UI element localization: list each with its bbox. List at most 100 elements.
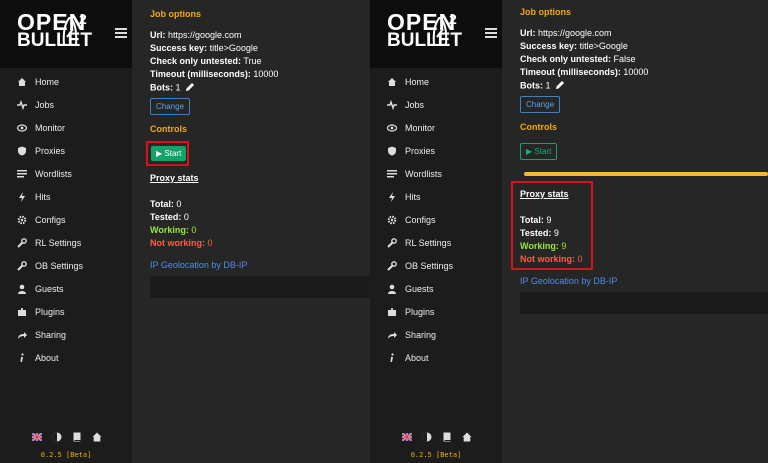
working-label: Working: — [520, 241, 559, 251]
logo-bullet-text: BULLET — [17, 30, 92, 51]
pencil-icon[interactable] — [555, 80, 565, 92]
url-row: Url: https://google.com — [150, 30, 242, 40]
theme-icon[interactable] — [52, 432, 62, 442]
change-bots-button[interactable]: Change — [520, 96, 561, 113]
sidebar-item-label: Sharing — [405, 329, 437, 340]
sidebar-item-plugins[interactable]: Plugins — [0, 300, 132, 323]
not-working-value: 0 — [207, 238, 213, 248]
sidebar-item-sharing[interactable]: Sharing — [0, 323, 132, 346]
list-icon — [17, 169, 27, 179]
sidebar-item-jobs[interactable]: Jobs — [0, 93, 132, 116]
flag-uk-icon[interactable] — [402, 432, 412, 442]
not-working-label: Not working: — [150, 238, 205, 248]
sidebar-item-monitor[interactable]: Monitor — [370, 116, 502, 139]
sidebar-item-rl-settings[interactable]: RL Settings — [0, 231, 132, 254]
sidebar-item-configs[interactable]: Configs — [0, 208, 132, 231]
theme-icon[interactable] — [422, 432, 432, 442]
sidebar-item-label: Hits — [35, 191, 51, 202]
sidebar-item-label: Proxies — [405, 145, 436, 156]
sidebar-item-monitor[interactable]: Monitor — [0, 116, 132, 139]
sidebar-item-label: Jobs — [405, 99, 425, 110]
sidebar-item-about[interactable]: About — [0, 346, 132, 369]
controls-title: Controls — [520, 122, 557, 132]
app-logo[interactable]: OPEN BULLET 2 — [0, 0, 132, 68]
book-icon[interactable] — [442, 432, 452, 442]
job-options-title: Job options — [150, 9, 201, 19]
menu-toggle-icon[interactable] — [485, 28, 497, 38]
sidebar-item-ob-settings[interactable]: OB Settings — [370, 254, 502, 277]
sidebar-item-label: RL Settings — [405, 237, 452, 248]
timeout-value: 10000 — [253, 69, 279, 79]
gear-icon — [387, 215, 397, 225]
wrench-icon — [387, 260, 397, 271]
sidebar-item-rl-settings[interactable]: RL Settings — [370, 231, 502, 254]
pencil-icon[interactable] — [185, 82, 195, 94]
sidebar-item-home[interactable]: Home — [0, 70, 132, 93]
sidebar-item-guests[interactable]: Guests — [0, 277, 132, 300]
ip-geolocation-link[interactable]: IP Geolocation by DB-IP — [150, 260, 247, 270]
sidebar-item-label: Monitor — [35, 122, 66, 133]
sidebar-item-label: RL Settings — [35, 237, 82, 248]
sidebar-item-label: Wordlists — [35, 168, 72, 179]
logo-superscript: 2 — [79, 11, 87, 27]
left-screenshot-panel: OPEN BULLET 2 Home Jobs Monitor Proxies … — [0, 0, 370, 463]
sidebar-item-label: Plugins — [405, 306, 435, 317]
bots-row: Bots: 1 — [150, 82, 195, 94]
total-row: Total: 9 — [520, 215, 551, 225]
sidebar-item-wordlists[interactable]: Wordlists — [0, 162, 132, 185]
success-key-value: title>Google — [209, 43, 258, 53]
house-icon[interactable] — [462, 432, 472, 442]
success-key-label: Success key: — [520, 41, 578, 51]
start-button[interactable]: ▶ Start — [520, 143, 558, 160]
proxy-stats-title[interactable]: Proxy stats — [520, 189, 569, 199]
sidebar-item-label: Plugins — [35, 306, 65, 317]
share-icon — [17, 330, 27, 340]
eye-icon — [17, 123, 27, 133]
bullet-logo-icon — [431, 15, 449, 52]
app-logo[interactable]: OPEN BULLET 2 — [370, 0, 502, 68]
success-key-row: Success key: title>Google — [150, 43, 258, 53]
sidebar-item-jobs[interactable]: Jobs — [370, 93, 502, 116]
house-icon[interactable] — [92, 432, 102, 442]
share-icon — [387, 330, 397, 340]
ip-geolocation-link[interactable]: IP Geolocation by DB-IP — [520, 276, 617, 286]
url-row: Url: https://google.com — [520, 28, 612, 38]
bots-value: 1 — [545, 80, 551, 91]
book-icon[interactable] — [72, 432, 82, 442]
sidebar-item-about[interactable]: About — [370, 346, 502, 369]
sidebar-item-hits[interactable]: Hits — [0, 185, 132, 208]
not-working-label: Not working: — [520, 254, 575, 264]
sidebar-item-guests[interactable]: Guests — [370, 277, 502, 300]
start-label: Start — [534, 147, 552, 156]
tested-value: 0 — [183, 212, 189, 222]
flag-uk-icon[interactable] — [32, 432, 42, 442]
check-untested-value: True — [243, 56, 262, 66]
info-icon — [387, 352, 397, 363]
sidebar-item-configs[interactable]: Configs — [370, 208, 502, 231]
shield-icon — [17, 146, 27, 156]
sidebar-item-label: Guests — [405, 283, 434, 294]
sidebar-item-plugins[interactable]: Plugins — [370, 300, 502, 323]
success-key-row: Success key: title>Google — [520, 41, 628, 51]
url-value: https://google.com — [168, 30, 242, 40]
check-untested-label: Check only untested: — [520, 54, 612, 64]
sidebar-item-ob-settings[interactable]: OB Settings — [0, 254, 132, 277]
right-screenshot-panel: OPEN BULLET 2 Home Jobs Monitor Proxies … — [370, 0, 768, 463]
controls-title: Controls — [150, 124, 187, 134]
menu-toggle-icon[interactable] — [115, 28, 127, 38]
wrench-icon — [17, 237, 27, 248]
job-options-title: Job options — [520, 7, 571, 17]
geolocation-panel — [520, 292, 768, 314]
sidebar-item-hits[interactable]: Hits — [370, 185, 502, 208]
sidebar-item-home[interactable]: Home — [370, 70, 502, 93]
change-bots-button[interactable]: Change — [150, 98, 191, 115]
sidebar-footer-icons — [402, 432, 472, 442]
proxy-stats-title[interactable]: Proxy stats — [150, 173, 199, 183]
sidebar-item-label: About — [405, 352, 429, 363]
check-untested-label: Check only untested: — [150, 56, 242, 66]
total-label: Total: — [150, 199, 174, 209]
sidebar-item-proxies[interactable]: Proxies — [0, 139, 132, 162]
sidebar-item-proxies[interactable]: Proxies — [370, 139, 502, 162]
sidebar-item-wordlists[interactable]: Wordlists — [370, 162, 502, 185]
sidebar-item-sharing[interactable]: Sharing — [370, 323, 502, 346]
